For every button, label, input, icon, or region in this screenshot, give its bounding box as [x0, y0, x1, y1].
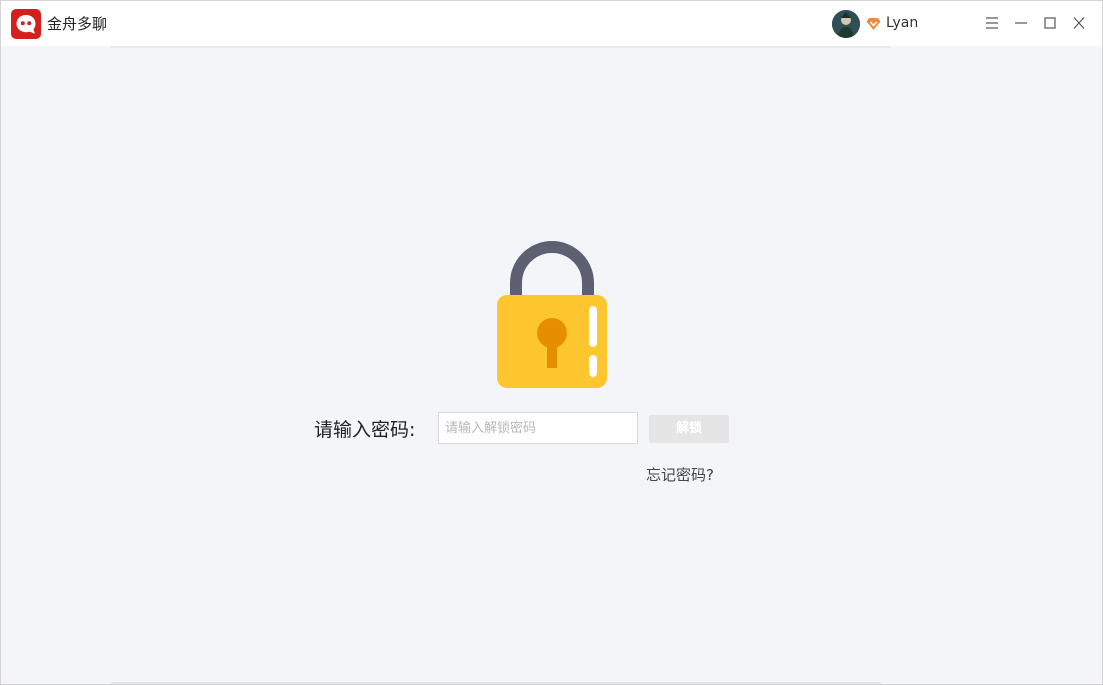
app-title: 金舟多聊 [47, 15, 108, 33]
password-prompt-label: 请输入密码: [314, 419, 416, 441]
bottom-divider [111, 682, 881, 684]
menu-icon[interactable] [984, 14, 1000, 32]
vip-diamond-icon [866, 16, 881, 30]
close-icon[interactable] [1071, 14, 1087, 32]
username[interactable]: Lyan [886, 13, 918, 33]
title-bar-divider [111, 46, 891, 48]
forgot-password-link[interactable]: 忘记密码? [646, 464, 714, 486]
unlock-button[interactable]: 解锁 [649, 415, 729, 443]
app-logo-icon [11, 9, 41, 39]
minimize-icon[interactable] [1013, 14, 1029, 32]
maximize-icon[interactable] [1042, 14, 1058, 32]
password-input[interactable] [438, 412, 638, 444]
padlock-icon [495, 241, 609, 390]
avatar[interactable] [832, 10, 860, 38]
app-window: 金舟多聊 Lyan 请输入密码: 解锁 忘记密码? [0, 0, 1103, 685]
title-bar: 金舟多聊 Lyan [1, 1, 1102, 46]
